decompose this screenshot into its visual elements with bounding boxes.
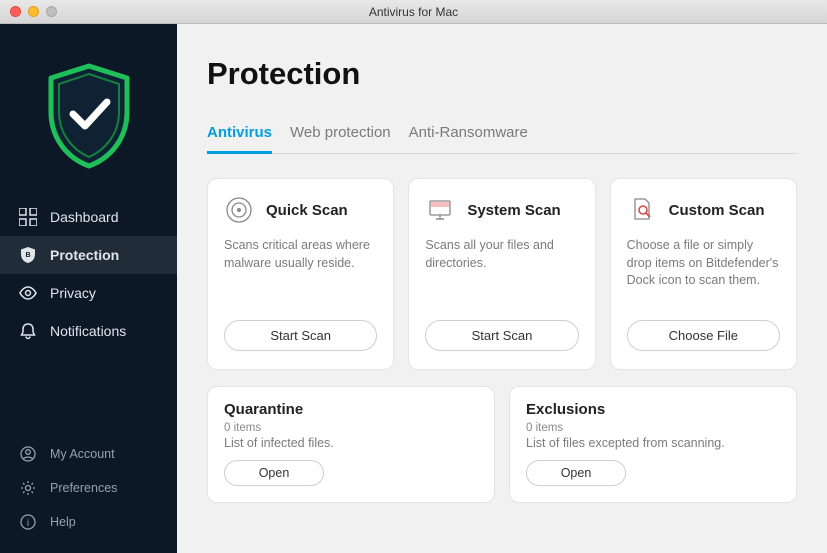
sidebar: Dashboard B Protection Privacy Notificat… (0, 24, 177, 553)
sidebar-item-dashboard[interactable]: Dashboard (0, 198, 177, 236)
start-quick-scan-button[interactable]: Start Scan (224, 320, 377, 351)
minimize-icon[interactable] (28, 6, 39, 17)
card-description: List of infected files. (224, 436, 478, 450)
card-description: List of files excepted from scanning. (526, 436, 780, 450)
choose-file-button[interactable]: Choose File (627, 320, 780, 351)
titlebar: Antivirus for Mac (0, 0, 827, 24)
sidebar-item-label: Dashboard (50, 209, 119, 225)
tab-web-protection[interactable]: Web protection (290, 118, 391, 154)
target-icon (224, 195, 254, 225)
tab-anti-ransomware[interactable]: Anti-Ransomware (409, 118, 528, 154)
card-description: Scans all your files and directories. (425, 237, 578, 290)
sidebar-nav: Dashboard B Protection Privacy Notificat… (0, 198, 177, 350)
help-icon: i (18, 512, 38, 532)
card-description: Scans critical areas where malware usual… (224, 237, 377, 290)
maximize-icon[interactable] (46, 6, 57, 17)
traffic-lights (10, 6, 57, 17)
sidebar-item-preferences[interactable]: Preferences (0, 471, 177, 505)
sidebar-item-protection[interactable]: B Protection (0, 236, 177, 274)
app-logo (0, 44, 177, 198)
svg-text:B: B (25, 252, 30, 259)
open-quarantine-button[interactable]: Open (224, 460, 324, 486)
sidebar-item-account[interactable]: My Account (0, 437, 177, 471)
gear-icon (18, 478, 38, 498)
sidebar-bottom: My Account Preferences i Help (0, 437, 177, 539)
shield-small-icon: B (18, 245, 38, 265)
page-title: Protection (207, 56, 797, 92)
svg-text:i: i (27, 518, 29, 529)
card-count: 0 items (224, 422, 478, 434)
quick-scan-card: Quick Scan Scans critical areas where ma… (207, 178, 394, 370)
start-system-scan-button[interactable]: Start Scan (425, 320, 578, 351)
info-cards-row: Quarantine 0 items List of infected file… (207, 386, 797, 503)
sidebar-item-help[interactable]: i Help (0, 505, 177, 539)
card-title: Exclusions (526, 401, 780, 418)
sidebar-item-label: My Account (50, 447, 115, 461)
window-title: Antivirus for Mac (369, 5, 458, 19)
system-scan-card: System Scan Scans all your files and dir… (408, 178, 595, 370)
scan-cards-row: Quick Scan Scans critical areas where ma… (207, 178, 797, 370)
card-description: Choose a file or simply drop items on Bi… (627, 237, 780, 290)
sidebar-item-label: Privacy (50, 285, 96, 301)
sidebar-item-label: Protection (50, 247, 119, 263)
main-content: Protection Antivirus Web protection Anti… (177, 24, 827, 553)
card-title: Quarantine (224, 401, 478, 418)
sidebar-item-label: Help (50, 515, 76, 529)
sidebar-item-privacy[interactable]: Privacy (0, 274, 177, 312)
eye-icon (18, 283, 38, 303)
dashboard-icon (18, 207, 38, 227)
open-exclusions-button[interactable]: Open (526, 460, 626, 486)
quarantine-card: Quarantine 0 items List of infected file… (207, 386, 495, 503)
card-title: Custom Scan (669, 202, 765, 219)
card-title: System Scan (467, 202, 560, 219)
sidebar-item-label: Notifications (50, 323, 126, 339)
tabs: Antivirus Web protection Anti-Ransomware (207, 118, 797, 154)
custom-scan-card: Custom Scan Choose a file or simply drop… (610, 178, 797, 370)
bell-icon (18, 321, 38, 341)
file-search-icon (627, 195, 657, 225)
close-icon[interactable] (10, 6, 21, 17)
monitor-icon (425, 195, 455, 225)
exclusions-card: Exclusions 0 items List of files excepte… (509, 386, 797, 503)
card-count: 0 items (526, 422, 780, 434)
sidebar-item-label: Preferences (50, 481, 117, 495)
card-title: Quick Scan (266, 202, 348, 219)
shield-icon (43, 62, 135, 170)
sidebar-item-notifications[interactable]: Notifications (0, 312, 177, 350)
tab-antivirus[interactable]: Antivirus (207, 118, 272, 154)
user-icon (18, 444, 38, 464)
